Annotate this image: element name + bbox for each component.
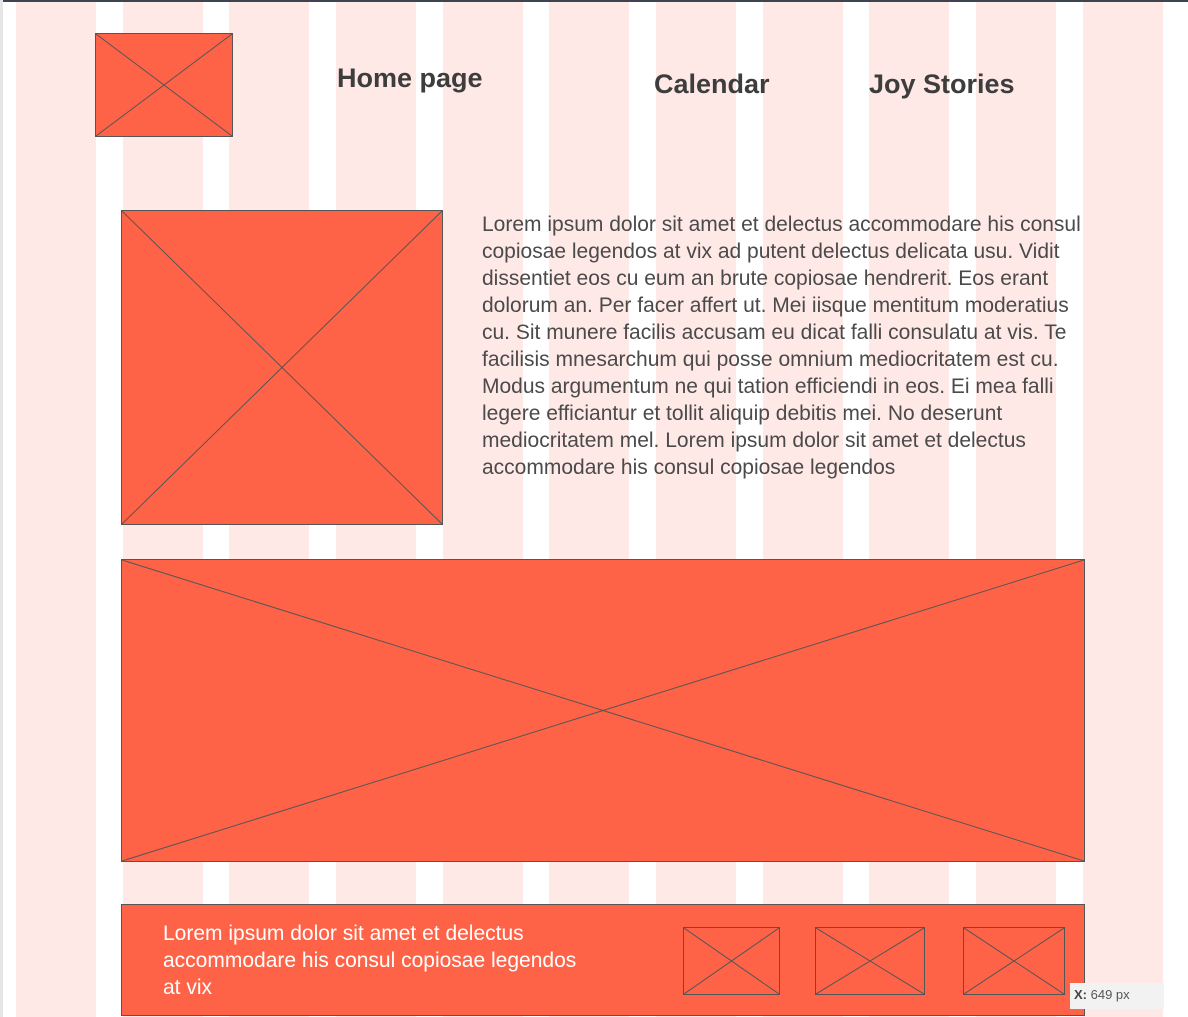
banner-image-placeholder [121, 559, 1085, 862]
left-border [0, 0, 3, 1017]
footer-thumbnail-2[interactable] [815, 927, 925, 995]
image-placeholder-cross-icon [964, 928, 1064, 994]
nav-link-joy-stories[interactable]: Joy Stories [869, 69, 1015, 100]
readout-value: 649 px [1090, 987, 1130, 1002]
footer-text: Lorem ipsum dolor sit amet et delectus a… [163, 922, 577, 999]
grid-column [656, 2, 736, 1017]
footer-thumbnail-3[interactable] [963, 927, 1065, 995]
wireframe-canvas: Home page Calendar Joy Stories Lorem ips… [0, 0, 1188, 1017]
grid-column [443, 2, 523, 1017]
grid-column [16, 2, 96, 1017]
feature-image-placeholder [121, 210, 443, 525]
intro-paragraph: Lorem ipsum dolor sit amet et delectus a… [482, 213, 1081, 479]
logo-image-placeholder[interactable] [95, 33, 233, 137]
footer-thumbnail-1[interactable] [683, 927, 780, 995]
grid-column [869, 2, 949, 1017]
image-placeholder-cross-icon [816, 928, 924, 994]
readout-label: X: [1074, 987, 1087, 1002]
cursor-x-readout: X: 649 px [1070, 983, 1164, 1009]
image-placeholder-cross-icon [684, 928, 779, 994]
grid-column [1083, 2, 1163, 1017]
grid-column [549, 2, 629, 1017]
nav-link-home[interactable]: Home page [337, 63, 483, 94]
grid-column [763, 2, 843, 1017]
nav-link-calendar[interactable]: Calendar [654, 69, 770, 100]
image-placeholder-cross-icon [122, 560, 1084, 861]
image-placeholder-cross-icon [96, 34, 232, 136]
image-placeholder-cross-icon [122, 211, 442, 524]
grid-column [976, 2, 1056, 1017]
